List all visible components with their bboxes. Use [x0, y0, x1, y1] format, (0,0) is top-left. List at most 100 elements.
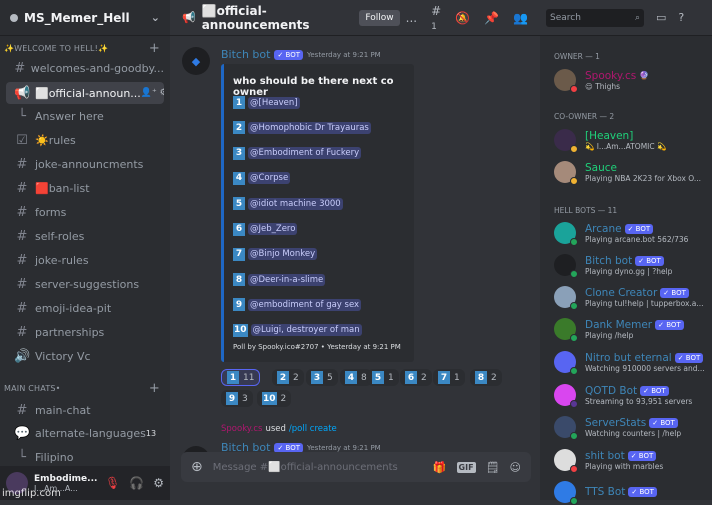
member-item[interactable]: QOTD Bot ✓ BOT Streaming to 93,951 servers — [554, 384, 709, 408]
server-header[interactable]: MS_Memer_Hell ⌄ — [0, 0, 170, 36]
add-channel-icon[interactable]: + — [149, 41, 160, 56]
message-input[interactable]: Message #⬜official-announcements — [213, 462, 423, 473]
user-mention[interactable]: @Binjo Monkey — [248, 248, 318, 261]
thread-icon: └ — [18, 449, 26, 465]
channel-label: Filipino — [35, 450, 74, 464]
threads-icon[interactable]: # 1 — [431, 4, 441, 32]
poll-footer: Poll by Spooky.ico#2707 • Yesterday at 9… — [233, 343, 401, 351]
reaction-button[interactable]: 82 — [470, 369, 502, 386]
channel-label: emoji-idea-pit — [35, 301, 112, 315]
reaction-button[interactable]: 35 — [306, 369, 338, 386]
channel-item[interactable]: # emoji-idea-pit — [6, 297, 164, 319]
author-name[interactable]: Bitch bot — [221, 48, 270, 61]
number-emoji: 9 — [226, 392, 238, 405]
reaction-button[interactable]: 1 11 — [221, 369, 261, 386]
channel-sidebar: MS_Memer_Hell ⌄ ✨WELCOME TO HELL!✨ + MAIN C… — [0, 0, 170, 500]
member-name: shit bot — [585, 449, 625, 462]
channel-item[interactable]: # main-chat — [6, 399, 164, 421]
gear-icon[interactable]: ⚙ — [153, 476, 164, 490]
more-text[interactable]: ... — [406, 11, 417, 25]
deafen-icon[interactable]: 🎧 — [129, 476, 144, 490]
channel-item[interactable]: # welcomes-and-goodby... — [6, 57, 164, 79]
message-header: Bitch bot ✓ BOT Yesterday at 9:21 PM — [221, 48, 381, 61]
user-mention[interactable]: @Jeb_Zero — [248, 223, 298, 235]
channel-item[interactable]: 📢 ⬜official-announ... 👤⁺ ⚙ — [6, 82, 164, 104]
channel-item[interactable]: └ Answer here — [6, 105, 164, 127]
add-channel-icon[interactable]: + — [149, 381, 160, 396]
chevron-down-icon[interactable]: ⌄ — [151, 11, 160, 24]
number-emoji: 3 — [233, 146, 245, 160]
notification-muted-icon[interactable]: 🔕 — [455, 11, 470, 25]
user-mention[interactable]: @Embodiment of Fuckery — [248, 147, 362, 160]
user-mention[interactable]: @embodiment of gay sex — [248, 298, 362, 311]
member-name: Spooky.cs — [585, 69, 637, 82]
reaction-button[interactable]: 10 2 — [257, 390, 292, 407]
user-mention[interactable]: @Corpse — [248, 172, 291, 185]
number-emoji: 8 — [233, 273, 245, 287]
follow-button[interactable]: Follow — [359, 9, 400, 26]
inbox-icon[interactable]: ▭ — [656, 11, 666, 24]
mute-icon[interactable]: 🎙 — [105, 476, 120, 490]
member-group-header: CO-OWNER — 2 — [554, 112, 615, 121]
timestamp: Yesterday at 9:21 PM — [307, 443, 381, 452]
system-command[interactable]: /poll create — [289, 424, 337, 434]
member-item[interactable]: Sauce Playing NBA 2K23 for Xbox O... — [554, 161, 709, 185]
help-icon[interactable]: ? — [678, 11, 684, 24]
user-mention[interactable]: @idiot machine 3000 — [248, 197, 343, 210]
message-composer[interactable]: ⊕ Message #⬜official-announcements 🎁 GIF… — [181, 452, 531, 482]
member-item[interactable]: Clone Creator ✓ BOT Playing tul!help | tup… — [554, 286, 709, 310]
channel-item[interactable]: # 🟥ban-list — [6, 177, 164, 199]
user-mention[interactable]: @Homophobic Dr Trayauras — [248, 121, 371, 134]
member-group-header: OWNER — 1 — [554, 52, 600, 61]
channel-item[interactable]: # self-roles — [6, 225, 164, 247]
category-welcome[interactable]: ✨WELCOME TO HELL!✨ + — [4, 41, 160, 56]
add-attachment-icon[interactable]: ⊕ — [191, 459, 203, 475]
reaction-button[interactable]: 51 — [367, 369, 399, 386]
reaction-button[interactable]: 71 — [433, 369, 465, 386]
channel-item[interactable]: ☑ ☀️rules — [6, 129, 164, 151]
user-mention[interactable]: @Luigi, destroyer of man — [250, 324, 362, 337]
channel-item[interactable]: # partnerships — [6, 321, 164, 343]
channel-item[interactable]: 💬 alternate-languages 13 — [6, 422, 164, 444]
member-item[interactable]: Arcane ✓ BOT Playing arcane.bot 562/736 — [554, 222, 709, 246]
avatar — [554, 351, 578, 375]
bot-avatar[interactable]: ◆ — [182, 47, 210, 75]
member-item[interactable]: Dank Memer ✓ BOT Playing /help — [554, 318, 709, 342]
channel-item[interactable]: └ Filipino — [6, 446, 164, 468]
channel-item[interactable]: # joke-announcments — [6, 153, 164, 175]
member-item[interactable]: Nitro but eternal ✓ BOT Watching 910000 se… — [554, 351, 709, 375]
channel-item[interactable]: # joke-rules — [6, 249, 164, 271]
member-item[interactable]: Bitch bot ✓ BOT Playing dyno.gg | ?help — [554, 254, 709, 278]
reaction-button[interactable]: 62 — [400, 369, 432, 386]
emoji-icon[interactable]: ☺ — [510, 461, 521, 474]
gift-icon[interactable]: 🎁 — [433, 461, 447, 474]
user-mention[interactable]: @[Heaven] — [248, 96, 300, 109]
reaction-button[interactable]: 22 — [272, 369, 304, 386]
channel-item[interactable]: # server-suggestions — [6, 273, 164, 295]
number-emoji: 5 — [233, 197, 245, 211]
channel-item[interactable]: # forms — [6, 201, 164, 223]
pin-icon[interactable]: 📌 — [484, 11, 499, 25]
reaction-button[interactable]: 93 — [221, 390, 253, 407]
search-input[interactable]: Search ⌕ — [546, 8, 644, 27]
sticker-icon[interactable]: 🗒 — [486, 461, 500, 474]
member-name: [Heaven] — [585, 129, 634, 142]
member-name: QOTD Bot — [585, 384, 638, 397]
number-emoji: 7 — [438, 371, 450, 384]
poll-option: 3 @Embodiment of Fuckery — [233, 146, 362, 160]
member-item[interactable]: shit bot ✓ BOT Playing with marbles — [554, 449, 709, 473]
avatar — [554, 318, 578, 342]
member-item[interactable]: Spooky.cs 🔮 😌 Thighs — [554, 69, 709, 93]
top-toolbar: Search ⌕ ▭ ? — [540, 0, 712, 36]
member-name: Nitro but eternal — [585, 351, 672, 364]
system-user[interactable]: Spooky.cs — [221, 424, 262, 434]
channel-settings-icon[interactable]: 👤⁺ ⚙ — [141, 88, 164, 98]
number-emoji: 5 — [372, 371, 384, 384]
member-item[interactable]: ServerStats ✓ BOT Watching counters | /hel… — [554, 416, 709, 440]
channel-item[interactable]: 🔊 Victory Vc — [6, 345, 164, 367]
user-mention[interactable]: @Deer-in-a-slime — [248, 273, 326, 286]
category-main-chats[interactable]: MAIN CHATS• + — [4, 381, 160, 396]
member-item[interactable]: [Heaven] 💫 I...Am...ATOMIC 💫 — [554, 129, 709, 153]
gif-icon[interactable]: GIF — [456, 461, 476, 473]
member-list-icon[interactable]: 👥 — [513, 11, 528, 25]
